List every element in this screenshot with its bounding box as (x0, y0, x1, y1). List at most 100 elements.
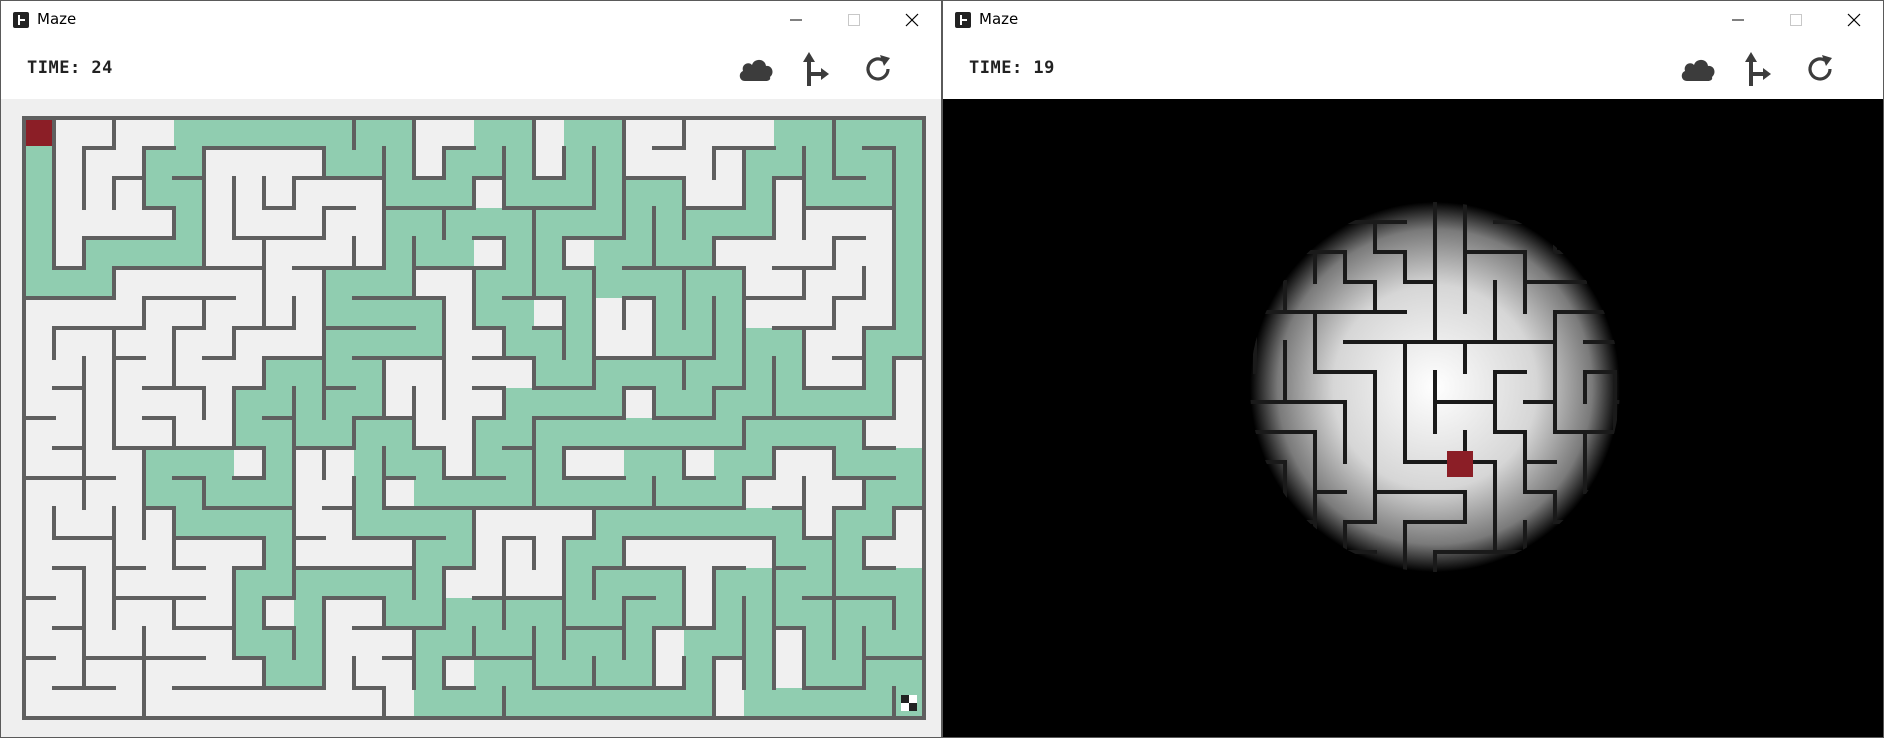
path-hint-button[interactable] (795, 49, 837, 89)
cloud-button[interactable] (735, 49, 777, 89)
path-cell (624, 568, 654, 598)
path-cell (354, 268, 384, 298)
path-cell (624, 238, 654, 268)
path-cell (894, 658, 924, 688)
path-cell (834, 178, 864, 208)
path-cell (384, 568, 414, 598)
path-cell (774, 538, 804, 568)
restart-button[interactable] (1799, 49, 1841, 89)
path-cell (744, 328, 774, 358)
path-cell (684, 658, 714, 688)
path-cell (804, 418, 834, 448)
dark-maze-board[interactable] (943, 99, 1883, 738)
path-cell (714, 418, 744, 448)
maximize-button[interactable] (1767, 1, 1825, 39)
path-cell (234, 508, 264, 538)
path-cell (834, 568, 864, 598)
path-cell (714, 568, 744, 598)
path-cell (594, 268, 624, 298)
path-cell (504, 208, 534, 238)
path-cell (594, 688, 624, 718)
path-cell (264, 418, 294, 448)
path-cell (534, 388, 564, 418)
path-cell (204, 478, 234, 508)
restart-button[interactable] (857, 49, 899, 89)
path-cell (294, 418, 324, 448)
close-button[interactable] (883, 1, 941, 39)
path-cell (144, 178, 174, 208)
path-cell (504, 328, 534, 358)
cloud-button[interactable] (1677, 49, 1719, 89)
goal-square (901, 703, 909, 711)
path-cell (834, 508, 864, 538)
path-cell (354, 568, 384, 598)
path-cell (504, 148, 534, 178)
path-cell (534, 418, 564, 448)
path-cell (354, 328, 384, 358)
path-cell (804, 178, 834, 208)
path-cell (594, 508, 624, 538)
path-cell (684, 298, 714, 328)
path-cell (714, 208, 744, 238)
path-cell (174, 508, 204, 538)
title-bar[interactable]: Maze (1, 1, 941, 39)
path-cell (894, 478, 924, 508)
path-cell (24, 238, 54, 268)
minimize-icon (790, 19, 802, 21)
path-cell (714, 478, 744, 508)
path-cell (294, 388, 324, 418)
path-cell (534, 328, 564, 358)
path-cell (864, 628, 894, 658)
maximize-button[interactable] (825, 1, 883, 39)
path-cell (564, 418, 594, 448)
path-cell (444, 598, 474, 628)
path-cell (24, 208, 54, 238)
path-cell (384, 508, 414, 538)
path-cell (474, 148, 504, 178)
path-cell (144, 448, 174, 478)
path-cell (894, 628, 924, 658)
path-cell (654, 688, 684, 718)
close-button[interactable] (1825, 1, 1883, 39)
path-cell (594, 358, 624, 388)
path-cell (624, 478, 654, 508)
path-cell (534, 598, 564, 628)
maze-board[interactable] (22, 116, 926, 722)
path-cell (354, 298, 384, 328)
minimize-button[interactable] (767, 1, 825, 39)
maximize-icon (848, 14, 860, 26)
path-cell (864, 118, 894, 148)
path-cell (714, 508, 744, 538)
path-cell (804, 538, 834, 568)
path-cell (624, 658, 654, 688)
path-cell (624, 508, 654, 538)
path-cell (714, 358, 744, 388)
cloud-icon (739, 59, 773, 81)
path-cell (354, 118, 384, 148)
maze-window-left: Maze TIME: 24 (0, 0, 942, 738)
minimize-button[interactable] (1709, 1, 1767, 39)
path-cell (864, 358, 894, 388)
path-cell (234, 628, 264, 658)
path-cell (234, 598, 264, 628)
window-title: Maze (979, 10, 1019, 28)
path-cell (834, 418, 864, 448)
path-cell (414, 238, 444, 268)
title-bar[interactable]: Maze (943, 1, 1883, 39)
path-cell (534, 628, 564, 658)
path-cell (834, 658, 864, 688)
path-cell (24, 178, 54, 208)
path-cell (144, 238, 174, 268)
path-cell (354, 478, 384, 508)
path-hint-button[interactable] (1737, 49, 1779, 89)
path-cell (504, 448, 534, 478)
path-cell (204, 118, 234, 148)
path-cell (534, 478, 564, 508)
maze-area-dark (943, 99, 1883, 737)
path-cell (564, 208, 594, 238)
path-cell (654, 298, 684, 328)
path-cell (864, 328, 894, 358)
path-cell (654, 478, 684, 508)
path-cell (894, 568, 924, 598)
path-cell (174, 448, 204, 478)
